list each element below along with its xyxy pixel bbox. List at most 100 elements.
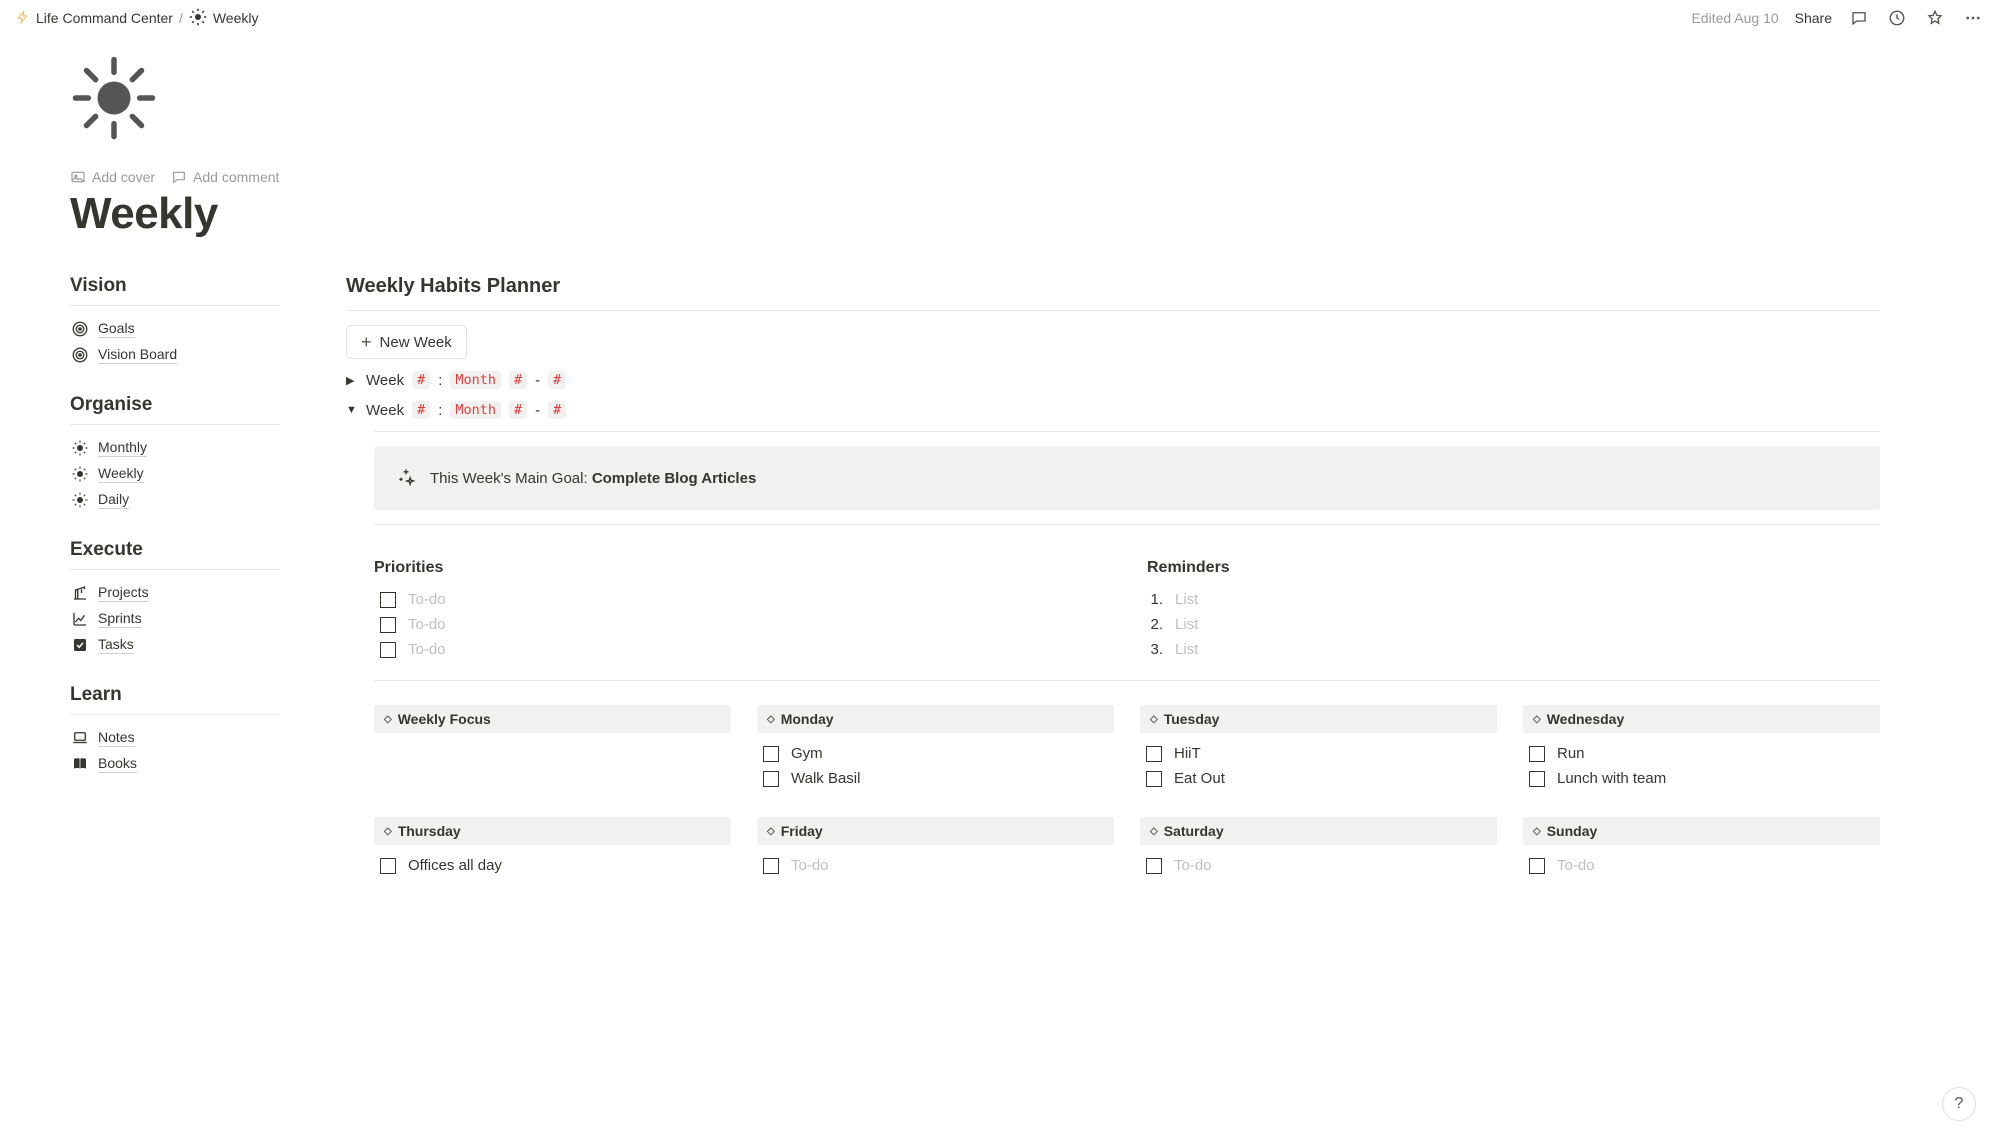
checkbox[interactable] bbox=[380, 592, 396, 608]
edited-label: Edited Aug 10 bbox=[1691, 10, 1778, 26]
sidebar-item-label: Notes bbox=[98, 729, 135, 747]
star-icon[interactable] bbox=[1924, 7, 1946, 29]
comments-icon[interactable] bbox=[1848, 7, 1870, 29]
day-column-wednesday: ◇Wednesday Run Lunch with team bbox=[1523, 705, 1880, 791]
checkbox[interactable] bbox=[1146, 746, 1162, 762]
list-item[interactable]: 2.List bbox=[1147, 612, 1880, 637]
target-icon bbox=[70, 320, 90, 338]
day-name: Tuesday bbox=[1164, 711, 1220, 727]
main-content: Weekly Habits Planner + New Week ▶ Week … bbox=[346, 275, 1930, 878]
sidebar-item-weekly[interactable]: Weekly bbox=[70, 461, 280, 487]
todo-item[interactable]: To-do bbox=[1140, 853, 1497, 878]
todo-item[interactable]: To-do bbox=[374, 612, 1107, 637]
list-placeholder: List bbox=[1175, 641, 1198, 658]
day-column-weekly-focus: ◇Weekly Focus bbox=[374, 705, 731, 791]
sidebar-item-label: Weekly bbox=[98, 465, 144, 483]
diamond-icon: ◇ bbox=[384, 714, 392, 725]
todo-item[interactable]: Eat Out bbox=[1140, 766, 1497, 791]
add-comment-button[interactable]: Add comment bbox=[171, 169, 279, 185]
toggle-week-collapsed[interactable]: ▶ Week # : Month # - # bbox=[346, 371, 1880, 389]
checkbox[interactable] bbox=[763, 771, 779, 787]
clock-icon[interactable] bbox=[1886, 7, 1908, 29]
add-cover-label: Add cover bbox=[92, 169, 155, 185]
sidebar-item-daily[interactable]: Daily bbox=[70, 487, 280, 513]
page-icon[interactable] bbox=[70, 54, 1930, 145]
sidebar-item-vision-board[interactable]: Vision Board bbox=[70, 342, 280, 368]
sidebar-item-projects[interactable]: Projects bbox=[70, 580, 280, 606]
more-icon[interactable] bbox=[1962, 7, 1984, 29]
day-header[interactable]: ◇Tuesday bbox=[1140, 705, 1497, 733]
sidebar-item-books[interactable]: Books bbox=[70, 751, 280, 777]
sidebar-item-label: Projects bbox=[98, 584, 149, 602]
sidebar-item-label: Sprints bbox=[98, 610, 142, 628]
todo-item[interactable]: HiiT bbox=[1140, 741, 1497, 766]
todo-text: Run bbox=[1557, 745, 1585, 762]
todo-placeholder: To-do bbox=[408, 591, 446, 608]
day-header[interactable]: ◇Wednesday bbox=[1523, 705, 1880, 733]
todo-item[interactable]: To-do bbox=[374, 587, 1107, 612]
code-hash: # bbox=[509, 401, 527, 419]
target-icon bbox=[70, 346, 90, 364]
todo-item[interactable]: To-do bbox=[757, 853, 1114, 878]
checkbox[interactable] bbox=[1146, 771, 1162, 787]
sidebar-item-monthly[interactable]: Monthly bbox=[70, 435, 280, 461]
day-header[interactable]: ◇Friday bbox=[757, 817, 1114, 845]
diamond-icon: ◇ bbox=[767, 714, 775, 725]
todo-item[interactable]: Run bbox=[1523, 741, 1880, 766]
todo-text: Eat Out bbox=[1174, 770, 1225, 787]
checkbox[interactable] bbox=[1146, 858, 1162, 874]
checkbox[interactable] bbox=[380, 858, 396, 874]
sun-icon bbox=[70, 465, 90, 483]
todo-item[interactable]: To-do bbox=[1523, 853, 1880, 878]
sidebar-item-notes[interactable]: Notes bbox=[70, 725, 280, 751]
sidebar-item-goals[interactable]: Goals bbox=[70, 316, 280, 342]
sidebar-heading-execute: Execute bbox=[70, 539, 280, 561]
laptop-icon bbox=[70, 729, 90, 747]
help-button[interactable]: ? bbox=[1942, 1087, 1976, 1121]
checkbox[interactable] bbox=[380, 617, 396, 633]
triangle-right-icon[interactable]: ▶ bbox=[346, 374, 358, 387]
todo-item[interactable]: Walk Basil bbox=[757, 766, 1114, 791]
book-icon bbox=[70, 755, 90, 773]
new-week-button[interactable]: + New Week bbox=[346, 325, 467, 359]
sidebar-item-label: Monthly bbox=[98, 439, 147, 457]
todo-item[interactable]: To-do bbox=[374, 637, 1107, 662]
page-title[interactable]: Weekly bbox=[70, 189, 1930, 239]
toggle-week-expanded[interactable]: ▼ Week # : Month # - # bbox=[346, 401, 1880, 419]
day-column-friday: ◇Friday To-do bbox=[757, 817, 1114, 878]
list-item[interactable]: 1.List bbox=[1147, 587, 1880, 612]
sidebar-item-sprints[interactable]: Sprints bbox=[70, 606, 280, 632]
code-month: Month bbox=[450, 401, 501, 419]
checkbox[interactable] bbox=[763, 746, 779, 762]
day-header[interactable]: ◇Sunday bbox=[1523, 817, 1880, 845]
day-header[interactable]: ◇Saturday bbox=[1140, 817, 1497, 845]
todo-text: Gym bbox=[791, 745, 823, 762]
callout-prefix: This Week's Main Goal: bbox=[430, 470, 592, 487]
todo-placeholder: To-do bbox=[408, 641, 446, 658]
triangle-down-icon[interactable]: ▼ bbox=[346, 404, 358, 416]
todo-item[interactable]: Gym bbox=[757, 741, 1114, 766]
code-hash: # bbox=[509, 371, 527, 389]
day-header[interactable]: ◇Monday bbox=[757, 705, 1114, 733]
breadcrumb-current[interactable]: Weekly bbox=[213, 10, 259, 26]
day-header[interactable]: ◇Thursday bbox=[374, 817, 731, 845]
checkbox[interactable] bbox=[763, 858, 779, 874]
share-button[interactable]: Share bbox=[1795, 10, 1832, 26]
day-name: Friday bbox=[781, 823, 823, 839]
list-item[interactable]: 3.List bbox=[1147, 637, 1880, 662]
todo-item[interactable]: Lunch with team bbox=[1523, 766, 1880, 791]
todo-item[interactable]: Offices all day bbox=[374, 853, 731, 878]
sun-icon bbox=[70, 439, 90, 457]
main-goal-callout[interactable]: This Week's Main Goal: Complete Blog Art… bbox=[374, 446, 1880, 510]
week-label: Week bbox=[366, 372, 404, 389]
day-column-sunday: ◇Sunday To-do bbox=[1523, 817, 1880, 878]
checkbox[interactable] bbox=[380, 642, 396, 658]
sidebar-item-tasks[interactable]: Tasks bbox=[70, 632, 280, 658]
day-header[interactable]: ◇Weekly Focus bbox=[374, 705, 731, 733]
breadcrumb-root[interactable]: Life Command Center bbox=[36, 10, 173, 26]
checkbox[interactable] bbox=[1529, 771, 1545, 787]
add-cover-button[interactable]: Add cover bbox=[70, 169, 155, 185]
checkbox[interactable] bbox=[1529, 858, 1545, 874]
checkbox[interactable] bbox=[1529, 746, 1545, 762]
planner-heading: Weekly Habits Planner bbox=[346, 275, 1880, 298]
